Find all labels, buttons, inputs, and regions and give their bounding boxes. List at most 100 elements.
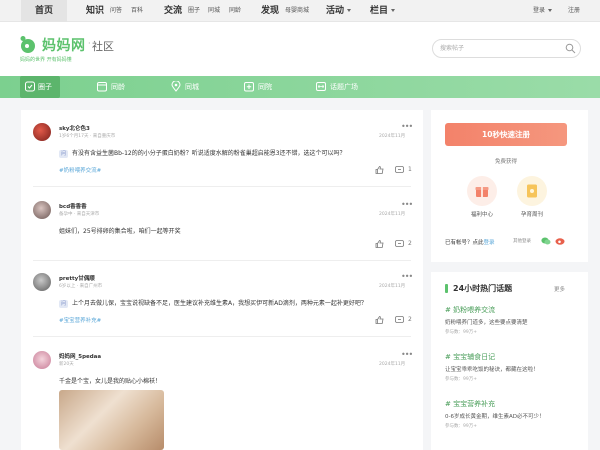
calendar-icon [97,82,107,92]
nav-same-city[interactable]: 同城 [208,0,220,22]
mama-logo-icon[interactable] [18,35,38,53]
nav-knowledge[interactable]: 知识 [86,0,104,22]
more-icon[interactable]: ••• [401,272,413,281]
post-username[interactable]: bcd香香香 [59,202,87,210]
post-username[interactable]: pretty甘偶顺 [59,274,95,282]
search-box[interactable]: 搜索帖子 [432,39,581,58]
post-user-meta: 备孕中 · 来自天津市 [59,212,100,217]
nav-circle[interactable]: 圈子 [188,0,200,22]
post-divider [33,336,411,337]
nav-communication[interactable]: 交流 [164,0,182,22]
have-account-text: 已有帐号？点此登录 [445,238,495,246]
circle-icon [25,81,35,92]
chevron-down-icon [548,9,553,12]
comment-count: 2 [408,316,412,323]
post-text[interactable]: 千金是个宝，女儿是我的贴心小棉袄！ [59,376,161,385]
topic-title[interactable]: # 宝宝营养补充 [445,399,544,409]
gift-icon [475,187,489,197]
nav-discover[interactable]: 发现 [261,0,279,22]
more-icon[interactable]: ••• [401,200,413,209]
columns-label: 栏目 [370,6,389,16]
home-link[interactable]: 首页 [21,0,67,22]
post-date: 2024年11月 [379,284,406,289]
post-feed: sky北仑色3 1岁6个月17天 · 来自重庆市 2024年11月 ••• 问有… [21,110,423,450]
login-link[interactable]: 登录 [533,0,553,22]
tab-label: 话题广场 [330,83,358,91]
register-card: 10秒快速注册 免费获得 福利中心 孕育周刊 已有帐号？点此登录 其他登录 [431,110,588,262]
location-icon [171,81,181,92]
thumbs-up-icon [375,166,384,174]
hot-topics-card: 24小时热门话题 更多 # 奶粉喂养交流 奶粉喂养门道多，这些要点要清楚 参与数… [431,272,588,450]
pregnancy-weekly-button[interactable] [517,176,547,206]
question-icon: 问 [59,299,68,308]
register-link[interactable]: 注册 [568,0,580,22]
hospital-icon [244,82,254,92]
post-topic-tag[interactable]: #奶粉喂养交流# [59,166,101,174]
tab-circle[interactable]: 圈子 [20,76,60,98]
topic-title[interactable]: # 宝宝辅食日记 [445,352,539,362]
comment-count: 2 [408,240,412,247]
post-user-meta: 新20天 [59,362,74,367]
search-icon[interactable] [565,43,576,54]
hot-topics-more-link[interactable]: 更多 [554,285,565,293]
community-title: 社区 [92,40,114,53]
login-label: 登录 [533,7,546,14]
topic-count: 参与数：99万+ [445,330,477,335]
activity-label: 活动 [326,6,345,16]
more-icon[interactable]: ••• [401,122,413,131]
tab-label: 同龄 [111,83,125,91]
nav-columns[interactable]: 栏目 [370,0,396,22]
thumbs-up-icon [375,316,384,324]
post-photo[interactable] [59,390,164,450]
post-divider [33,260,411,261]
comment-icon [395,166,404,173]
weibo-icon[interactable] [555,237,566,245]
tab-label: 同城 [185,83,199,91]
tab-same-age[interactable]: 同龄 [97,76,137,98]
quick-register-button[interactable]: 10秒快速注册 [445,123,567,146]
welfare-center-label: 福利中心 [470,212,493,218]
search-input[interactable]: 搜索帖子 [440,40,464,57]
post-username[interactable]: sky北仑色3 [59,124,90,132]
tab-same-hospital[interactable]: 同院 [244,76,284,98]
tab-label: 同院 [258,83,272,91]
tab-same-city[interactable]: 同城 [171,76,211,98]
nav-qa[interactable]: 问答 [110,0,122,22]
avatar[interactable] [33,123,51,141]
have-account-label: 已有帐号？点此 [445,240,484,246]
post-username[interactable]: 妈妈网_5pedaa [59,352,101,360]
post-text[interactable]: 问有没有含益生菌Bb-12的的小分子蛋白奶粉？听说适度水解的粉雀巢超启能恩3还不… [59,148,346,158]
avatar[interactable] [33,273,51,291]
topic-desc: 0-6岁成长黄金期，维生素AD必不可少！ [445,414,545,420]
section-marker [445,284,448,293]
topic-title[interactable]: # 奶粉喂养交流 [445,305,528,315]
tab-topic-square[interactable]: 话题广场 [316,76,376,98]
post-text[interactable]: 问上个月去做儿保，宝宝说视缺备不足，医生建议补充维生素A，我想买伊可新AD滴剂，… [59,298,367,308]
topic-item[interactable]: # 奶粉喂养交流 奶粉喂养门道多，这些要点要清楚 参与数：99万+ [445,305,528,335]
tab-label: 圈子 [38,83,52,91]
nav-baike[interactable]: 百科 [131,0,143,22]
login-link[interactable]: 登录 [484,240,495,246]
post-text[interactable]: 姐妹们，25号排卵的集合啦，咱们一起等开奖 [59,226,181,235]
welfare-center-button[interactable] [467,176,497,206]
topic-desc: 奶粉喂养门道多，这些要点要清楚 [445,320,528,326]
more-icon[interactable]: ••• [401,350,413,359]
post-topic-tag[interactable]: #宝宝营养补充# [59,316,101,324]
nav-activity[interactable]: 活动 [326,0,352,22]
topic-desc: 让宝宝乖乖吃饭的秘诀，都藏在这啦！ [445,367,539,373]
topic-item[interactable]: # 宝宝营养补充 0-6岁成长黄金期，维生素AD必不可少！ 参与数：99万+ [445,399,544,429]
chevron-down-icon [391,9,396,12]
nav-same-age[interactable]: 同龄 [229,0,241,22]
avatar[interactable] [33,351,51,369]
topic-count: 参与数：99万+ [445,377,477,382]
avatar[interactable] [33,201,51,219]
nav-mall[interactable]: 母婴商城 [285,0,309,22]
topic-item[interactable]: # 宝宝辅食日记 让宝宝乖乖吃饭的秘诀，都藏在这啦！ 参与数：99万+ [445,352,539,382]
post-date: 2024年11月 [379,134,406,139]
post-user-meta: 1岁6个月17天 · 来自重庆市 [59,134,116,139]
hot-topics-title: 24小时热门话题 [453,284,513,293]
topic-icon [316,82,326,91]
logo-text[interactable]: 妈妈网 [42,35,86,55]
post-text-content: 有没有含益生菌Bb-12的的小分子蛋白奶粉？听说适度水解的粉雀巢超启能恩3还不错… [72,150,346,157]
wechat-icon[interactable] [541,237,551,245]
